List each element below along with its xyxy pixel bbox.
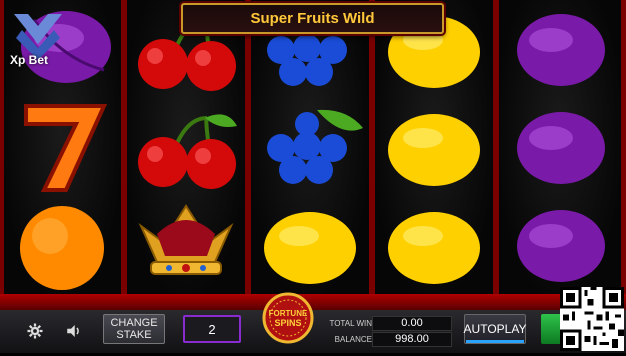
change-stake-line1: CHANGE — [110, 317, 158, 329]
qr-code-icon — [560, 287, 624, 351]
change-stake-button[interactable]: CHANGE STAKE — [103, 314, 165, 344]
symbol-crown — [127, 196, 245, 294]
autoplay-label: AUTOPLAY — [463, 322, 527, 336]
game-title: Super Fruits Wild — [250, 10, 375, 27]
symbol-plum — [499, 196, 621, 294]
gear-icon[interactable] — [22, 318, 48, 344]
symbol-lemon — [251, 196, 369, 294]
total-win-value: 0.00 — [372, 316, 452, 331]
stake-value-text: 2 — [208, 321, 216, 337]
reel-3 — [251, 0, 369, 294]
symbol-plum — [499, 0, 621, 98]
symbol-orange — [4, 196, 121, 294]
game-title-banner: Super Fruits Wild — [181, 3, 444, 34]
symbol-plum — [499, 98, 621, 196]
reel-4 — [375, 0, 493, 294]
symbol-lemon — [375, 196, 493, 294]
fortune-logo-line2: SPINS — [274, 318, 301, 328]
symbol-cherry — [127, 98, 245, 196]
autoplay-indicator — [466, 340, 524, 343]
fortune-spins-logo[interactable]: FORTUNE SPINS — [262, 292, 314, 344]
change-stake-line2: STAKE — [116, 329, 152, 341]
balance-value: 998.00 — [372, 332, 452, 347]
brand-name: Xp Bet — [10, 53, 49, 67]
balance-label: BALANCE — [334, 335, 372, 344]
reels-area — [0, 0, 626, 300]
symbol-lemon — [375, 98, 493, 196]
speaker-icon[interactable] — [61, 318, 87, 344]
reel-2 — [127, 0, 245, 294]
symbol-seven — [4, 98, 121, 196]
fortune-logo-line1: FORTUNE — [269, 309, 308, 318]
symbol-grapes — [251, 98, 369, 196]
reel-5 — [499, 0, 621, 294]
total-win-label: TOTAL WIN — [329, 319, 372, 328]
stake-value[interactable]: 2 — [183, 315, 241, 343]
